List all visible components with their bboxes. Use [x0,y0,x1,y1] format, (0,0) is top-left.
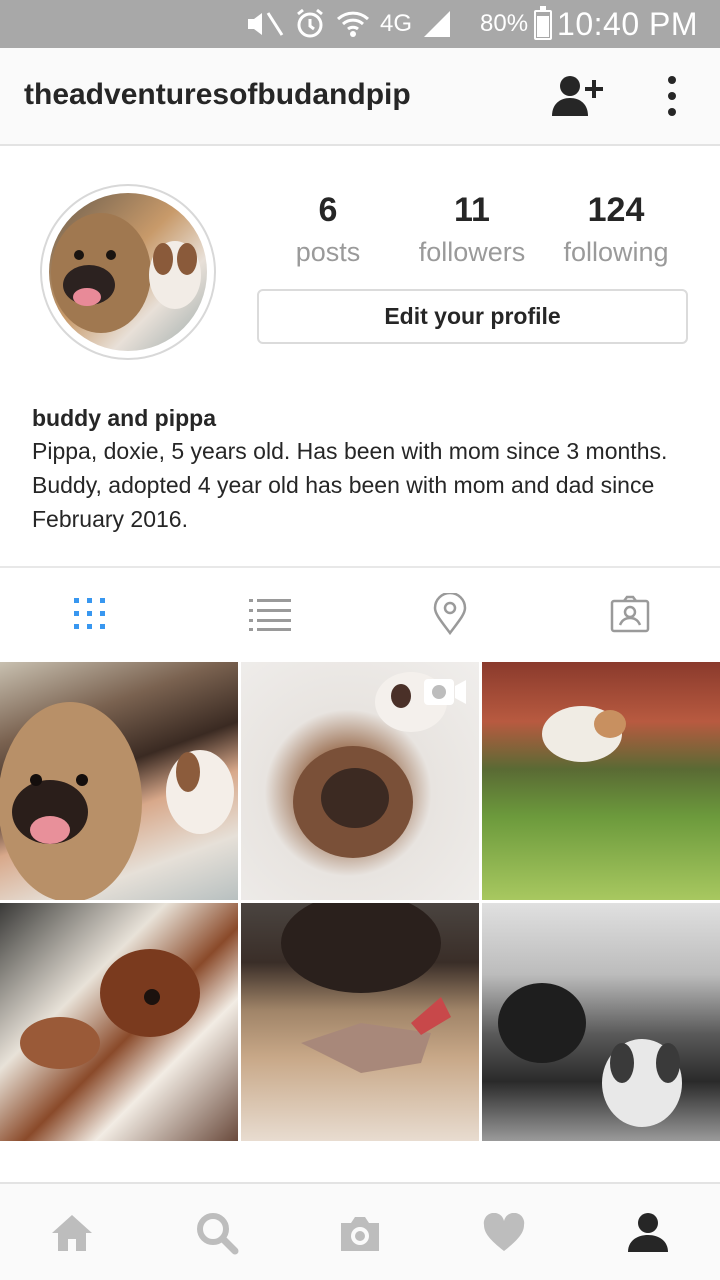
post-thumbnail[interactable] [0,662,238,900]
post-image [542,706,626,762]
clock: 10:40 PM [557,6,698,42]
nav-profile[interactable] [623,1208,673,1258]
profile-bio-text: Pippa, doxie, 5 years old. Has been with… [32,438,668,532]
video-icon [424,679,466,705]
post-image [498,983,682,1127]
post-image [20,949,200,1069]
profile-stats: 6 posts 11 followers 124 following [256,188,688,278]
edit-profile-button[interactable]: Edit your profile [257,289,688,344]
tagged-icon [610,595,650,633]
post-thumbnail[interactable] [241,903,479,1141]
battery-icon [534,6,552,40]
profile-username: theadventuresofbudandpip [24,78,411,111]
profile-view-tabs [0,568,720,660]
post-thumbnail[interactable] [241,662,479,900]
post-thumbnail[interactable] [482,903,720,1141]
post-thumbnail[interactable] [482,662,720,900]
nav-search[interactable] [192,1208,242,1258]
posts-count: 6 [318,191,338,229]
followers-stat[interactable]: 11 followers [400,188,544,272]
profile-avatar[interactable] [40,184,216,360]
followers-label: followers [418,237,526,267]
camera-icon [341,1217,379,1251]
avatar-photo [49,193,207,351]
search-icon [197,1213,239,1255]
following-stat[interactable]: 124 following [544,188,688,272]
status-icons: 4G [244,8,452,40]
battery-percent: 80% [480,10,529,37]
heart-icon [483,1213,525,1251]
network-type: 4G [380,10,413,37]
grid-icon [74,598,105,629]
status-bar: 4G 80% 10:40 PM [0,0,720,48]
tab-location[interactable] [420,588,480,640]
avatar-dogs-image [51,213,201,333]
posts-stat[interactable]: 6 posts [256,188,400,272]
following-label: following [563,237,669,267]
profile-display-name: buddy and pippa [32,405,216,431]
nav-home[interactable] [47,1208,97,1258]
post-image [281,903,451,1073]
more-vertical-icon[interactable] [660,72,684,120]
tab-grid[interactable] [60,588,120,640]
profile-bio: buddy and pippa Pippa, doxie, 5 years ol… [32,404,692,536]
post-thumbnail[interactable] [0,903,238,1141]
location-icon [433,593,467,635]
tab-list[interactable] [240,588,300,640]
posts-grid [0,662,720,1141]
mute-icon [248,12,284,36]
home-icon [52,1215,92,1251]
bottom-nav [0,1182,720,1280]
list-icon [249,599,291,631]
profile-icon [628,1213,668,1252]
wifi-icon [336,11,370,37]
nav-activity[interactable] [479,1208,529,1258]
add-user-icon[interactable] [550,72,604,120]
alarm-icon [297,8,323,38]
followers-count: 11 [454,191,490,229]
following-count: 124 [587,191,645,229]
post-image [0,702,234,900]
tab-tagged[interactable] [600,588,660,640]
nav-camera[interactable] [335,1208,385,1258]
posts-label: posts [295,237,361,267]
profile-header-bar: theadventuresofbudandpip [0,48,720,146]
signal-icon [424,11,451,37]
